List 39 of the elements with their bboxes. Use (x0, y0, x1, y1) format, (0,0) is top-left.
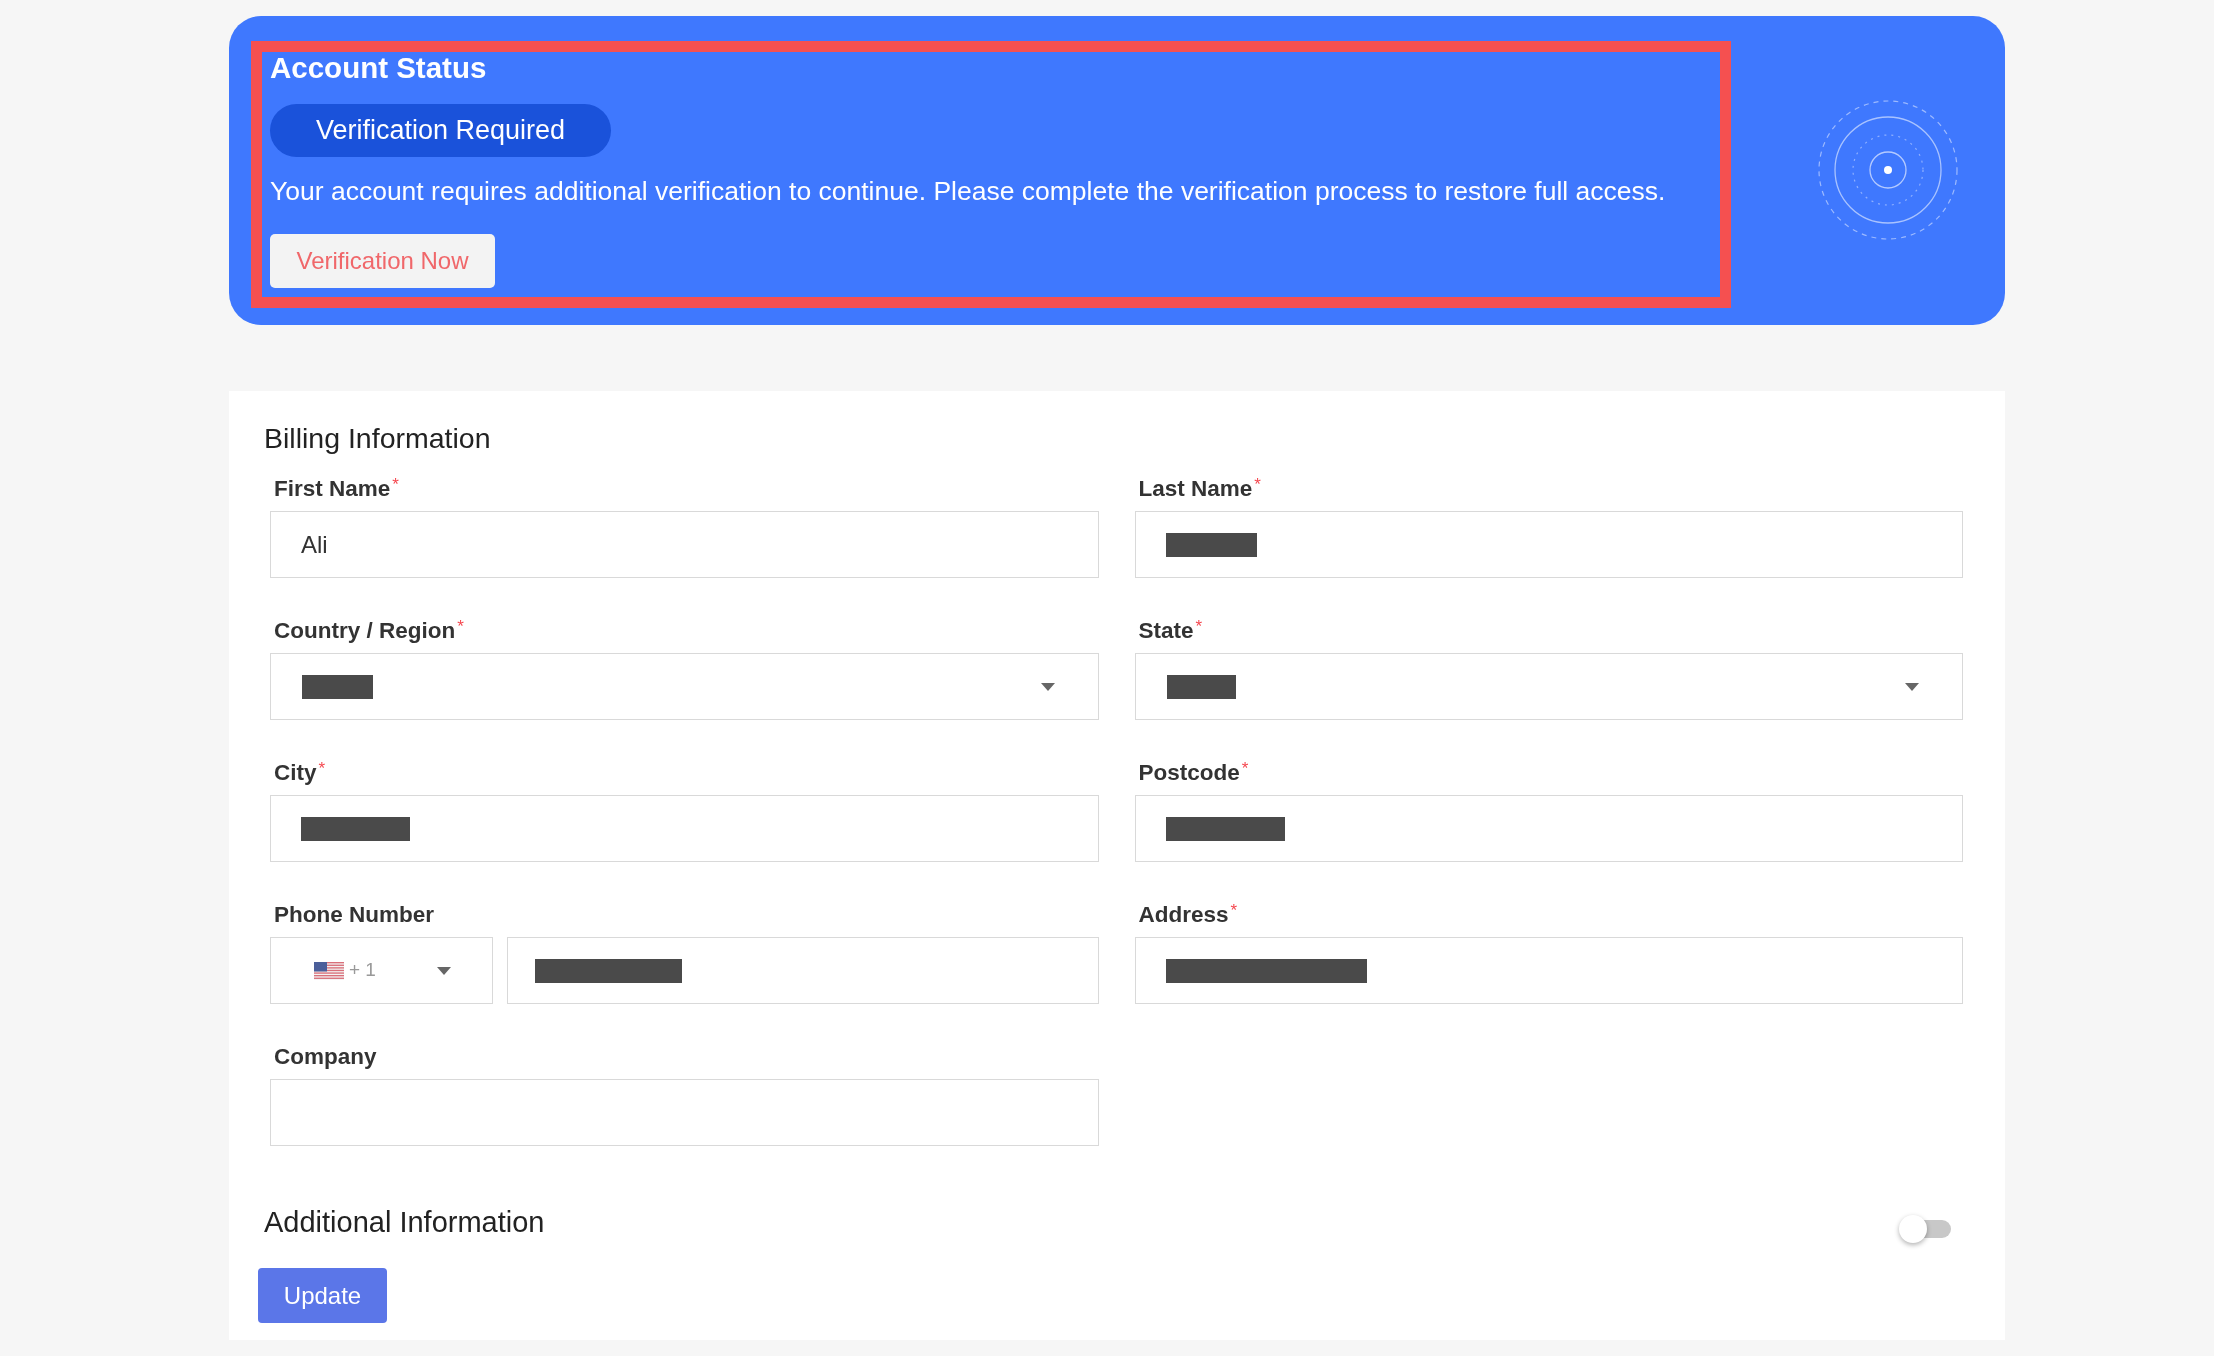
select-field[interactable] (270, 653, 1099, 720)
field-label: First Name (274, 476, 391, 502)
country-code-select[interactable]: + 1 (270, 937, 493, 1004)
section-title: Additional Information (264, 1205, 545, 1239)
text-field[interactable] (270, 1079, 1099, 1146)
toggle-switch[interactable] (1899, 1215, 1951, 1243)
banner-title: Account Status (270, 52, 487, 84)
field-label: Postcode (1138, 760, 1240, 786)
caret-down-icon (1040, 682, 1055, 691)
field-label: State (1138, 618, 1194, 644)
status-message: Your account requires additional verification to continue. Please complete the verification process to restore full access. (270, 175, 1666, 208)
flag-icon (314, 961, 344, 980)
section-title: Billing Information (264, 422, 491, 454)
text-field[interactable] (1134, 511, 1963, 578)
field-label: Company (274, 1044, 377, 1070)
verification-button[interactable]: Verification Now (270, 234, 495, 288)
caret-down-icon (437, 966, 451, 975)
field-label: City (274, 760, 317, 786)
required-mark: * (1230, 902, 1238, 920)
required-mark: * (1241, 760, 1249, 778)
text-field[interactable] (1134, 795, 1963, 862)
text-field[interactable] (270, 795, 1099, 862)
required-mark: * (457, 618, 464, 636)
concentric-circles-icon (1818, 99, 1958, 240)
status-badge: Verification Required (270, 104, 611, 157)
phone-field[interactable] (507, 937, 1099, 1004)
caret-down-icon (1905, 682, 1919, 691)
field-label: Address (1138, 902, 1229, 928)
select-field[interactable] (1134, 653, 1963, 720)
field-label: Phone Number (274, 902, 435, 928)
required-mark: * (1195, 618, 1203, 636)
text-field[interactable] (1134, 937, 1963, 1004)
required-mark: * (318, 760, 326, 778)
field-label: Country / Region (274, 618, 456, 644)
text-field[interactable]: Ali (270, 511, 1099, 578)
required-mark: * (392, 476, 399, 494)
update-button[interactable]: Update (258, 1268, 387, 1323)
field-label: Last Name (1138, 476, 1253, 502)
required-mark: * (1254, 476, 1261, 494)
